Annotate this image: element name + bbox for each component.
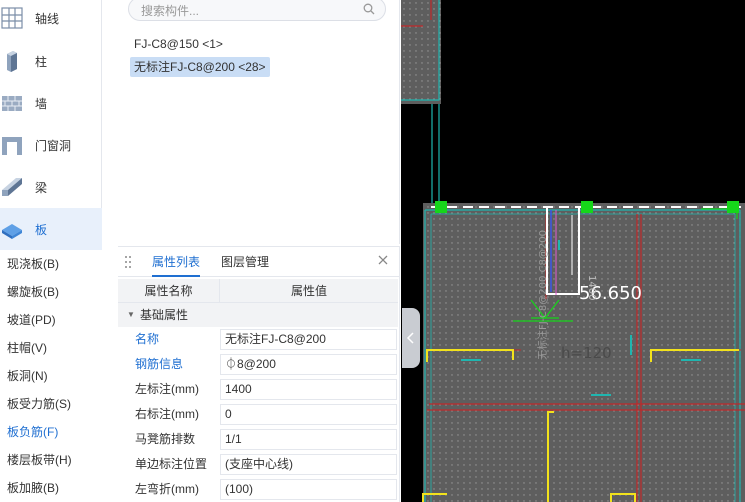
component-item-selected[interactable]: 无标注FJ-C8@200 <28> (130, 57, 270, 77)
slab-icon (1, 218, 23, 240)
slab-type-item[interactable]: 柱帽(V) (0, 334, 118, 362)
property-value-field[interactable]: 1/1 (220, 429, 397, 450)
col-property-value: 属性值 (290, 284, 327, 298)
upper-slab-region[interactable] (401, 0, 441, 104)
rebar-vertical-label: 无标注FJ-C8@200 C8@200 (536, 230, 549, 360)
property-row-chair-rows: 马凳筋排数 1/1 (118, 427, 398, 452)
nav-item-label: 墙 (35, 96, 48, 111)
nav-item-label: 门窗洞 (35, 138, 72, 153)
slab-type-item[interactable]: 坡道(PD) (0, 306, 118, 334)
nav-item-beam[interactable]: 梁 (0, 166, 102, 208)
category-nav: 轴线 柱 墙 门窗洞 梁 板 (0, 0, 102, 250)
nav-item-door-window[interactable]: 门窗洞 (0, 124, 102, 166)
nav-item-column[interactable]: 柱 (0, 40, 102, 82)
property-key: 左弯折(mm) (135, 482, 199, 496)
cad-drawing: 56.650 无标注FJ-C8@200 C8@200 1400 h=120 (401, 0, 745, 502)
property-key: 名称 (135, 332, 160, 346)
component-list-panel: 搜索构件... FJ-C8@150 <1> 无标注FJ-C8@200 <28> (118, 0, 400, 244)
nav-item-label: 柱 (35, 54, 48, 69)
property-row-left-mark: 左标注(mm) 1400 (118, 377, 398, 402)
nav-item-label: 梁 (35, 180, 48, 195)
component-item[interactable]: FJ-C8@150 <1> (130, 34, 227, 54)
slab-thickness-label: h=120 (561, 344, 612, 362)
property-row-mark-position: 单边标注位置 (支座中心线) (118, 452, 398, 477)
col-property-name: 属性名称 (118, 279, 220, 303)
property-value-field[interactable]: 无标注FJ-C8@200 (220, 329, 397, 350)
collapse-arrow-icon[interactable]: ▼ (127, 303, 135, 327)
property-row-left-bend: 左弯折(mm) (100) (118, 477, 398, 502)
slab-type-item[interactable]: 现浇板(B) (0, 250, 118, 278)
property-value-field[interactable]: 1400 (220, 379, 397, 400)
panel-collapse-handle[interactable] (402, 308, 420, 368)
property-key: 马凳筋排数 (135, 432, 196, 446)
property-value-field[interactable]: ⏀8@200 (220, 354, 397, 375)
column-icon (1, 50, 23, 72)
property-key: 右标注(mm) (135, 407, 199, 421)
property-value-field[interactable]: 0 (220, 404, 397, 425)
search-icon[interactable] (363, 3, 375, 15)
property-row-name: 名称 无标注FJ-C8@200 (118, 327, 398, 352)
property-key: 钢筋信息 (135, 357, 184, 371)
property-key: 左标注(mm) (135, 382, 199, 396)
search-placeholder: 搜索构件... (141, 4, 200, 18)
slab-type-list: 现浇板(B) 螺旋板(B) 坡道(PD) 柱帽(V) 板洞(N) 板受力筋(S)… (0, 250, 118, 502)
slab-type-item[interactable]: 螺旋板(B) (0, 278, 118, 306)
slab-type-item[interactable]: 板洞(N) (0, 362, 118, 390)
close-icon[interactable] (377, 254, 389, 266)
property-row-rebar: 钢筋信息 ⏀8@200 (118, 352, 398, 377)
tab-property-list[interactable]: 属性列表 (152, 247, 201, 277)
door-window-icon (1, 134, 23, 156)
property-table-header: 属性名称 属性值 (118, 279, 398, 303)
property-value-field[interactable]: (100) (220, 479, 397, 500)
app-root: 轴线 柱 墙 门窗洞 梁 板 现浇板(B) 螺旋板(B) 坡道(PD) 柱帽(V… (0, 0, 745, 502)
slab-type-item[interactable]: 板加腋(B) (0, 474, 118, 502)
property-tabs: 属性列表 图层管理 (118, 247, 399, 277)
wall-icon (1, 92, 23, 114)
chevron-left-icon (406, 332, 414, 344)
tab-layer-management[interactable]: 图层管理 (221, 247, 269, 277)
beam-icon (1, 176, 23, 198)
property-group-label: 基础属性 (140, 308, 189, 322)
component-search-input[interactable]: 搜索构件... (128, 0, 386, 21)
property-row-right-mark: 右标注(mm) 0 (118, 402, 398, 427)
property-group-basic[interactable]: ▼ 基础属性 (118, 303, 398, 327)
property-key: 单边标注位置 (135, 457, 208, 471)
slab-type-item[interactable]: 楼层板带(H) (0, 446, 118, 474)
drag-handle-icon[interactable] (124, 255, 132, 269)
property-panel: 属性列表 图层管理 属性名称 属性值 ▼ 基础属性 名称 无标注FJ-C8@20… (118, 246, 400, 502)
dimension-1400-label: 1400 (586, 275, 597, 300)
nav-item-slab[interactable]: 板 (0, 208, 102, 250)
nav-item-label: 板 (35, 222, 48, 237)
nav-item-label: 轴线 (35, 11, 60, 26)
slab-type-item-selected[interactable]: 板负筋(F) (0, 418, 118, 446)
slab-type-item[interactable]: 板受力筋(S) (0, 390, 118, 418)
property-value-field[interactable]: (支座中心线) (220, 454, 397, 475)
nav-item-axis[interactable]: 轴线 (0, 0, 102, 39)
nav-item-wall[interactable]: 墙 (0, 82, 102, 124)
cad-canvas[interactable]: 56.650 无标注FJ-C8@200 C8@200 1400 h=120 (401, 0, 745, 502)
grid-axis-icon (1, 7, 23, 29)
